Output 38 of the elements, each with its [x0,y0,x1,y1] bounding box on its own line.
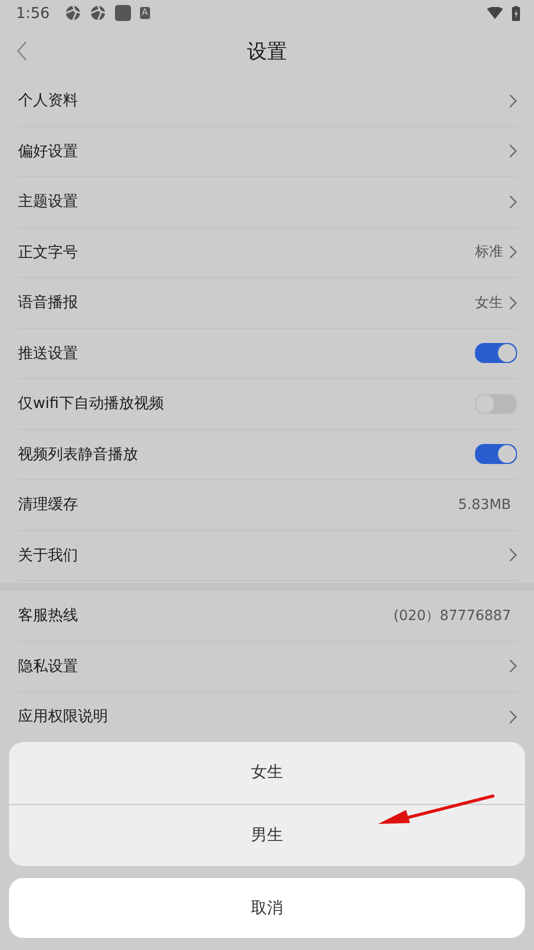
chevron-icon[interactable] [509,296,517,310]
letter-badge-icon: A [140,7,150,19]
setting-label[interactable]: 主题设置 [18,192,78,212]
page-title: 设置 [247,38,287,64]
status-time: 1:56 [16,4,50,22]
setting-label[interactable]: 应用权限说明 [18,707,108,726]
setting-label[interactable]: 视频列表静音播放 [18,444,138,464]
cancel-button[interactable]: 取消 [9,878,525,938]
setting-value: (020）87776887 [394,606,511,625]
chevron-icon[interactable] [509,245,517,260]
setting-label[interactable]: 推送设置 [18,344,78,363]
setting-label[interactable]: 语音播报 [18,293,78,312]
setting-value: 5.83MB [458,496,511,513]
battery-icon [512,6,520,20]
chevron-icon[interactable] [509,194,517,209]
setting-label[interactable]: 关于我们 [18,546,78,565]
chevron-icon[interactable] [509,94,517,108]
chevron-icon[interactable] [509,144,517,158]
chevron-icon[interactable] [509,710,517,724]
option-button[interactable]: 女生 [9,742,525,804]
setting-label[interactable]: 个人资料 [18,91,78,110]
setting-value: 标准 [475,243,503,262]
aperture-icon [90,5,106,21]
option-button[interactable]: 男生 [9,804,525,866]
wifi-icon [487,7,503,19]
setting-label[interactable]: 偏好设置 [18,142,78,161]
toggle-switch[interactable] [475,343,517,364]
setting-value: 女生 [475,294,503,312]
setting-label[interactable]: 客服热线 [18,606,78,626]
setting-label[interactable]: 隐私设置 [18,656,78,676]
toggle-switch[interactable] [475,444,517,464]
aperture-icon [64,5,81,21]
setting-label[interactable]: 清理缓存 [18,495,78,514]
chevron-icon[interactable] [509,548,517,562]
square-icon [114,5,131,21]
chevron-icon[interactable] [509,659,517,674]
setting-label[interactable]: 仅wifi下自动播放视频 [18,394,164,414]
setting-label[interactable]: 正文字号 [18,242,78,262]
